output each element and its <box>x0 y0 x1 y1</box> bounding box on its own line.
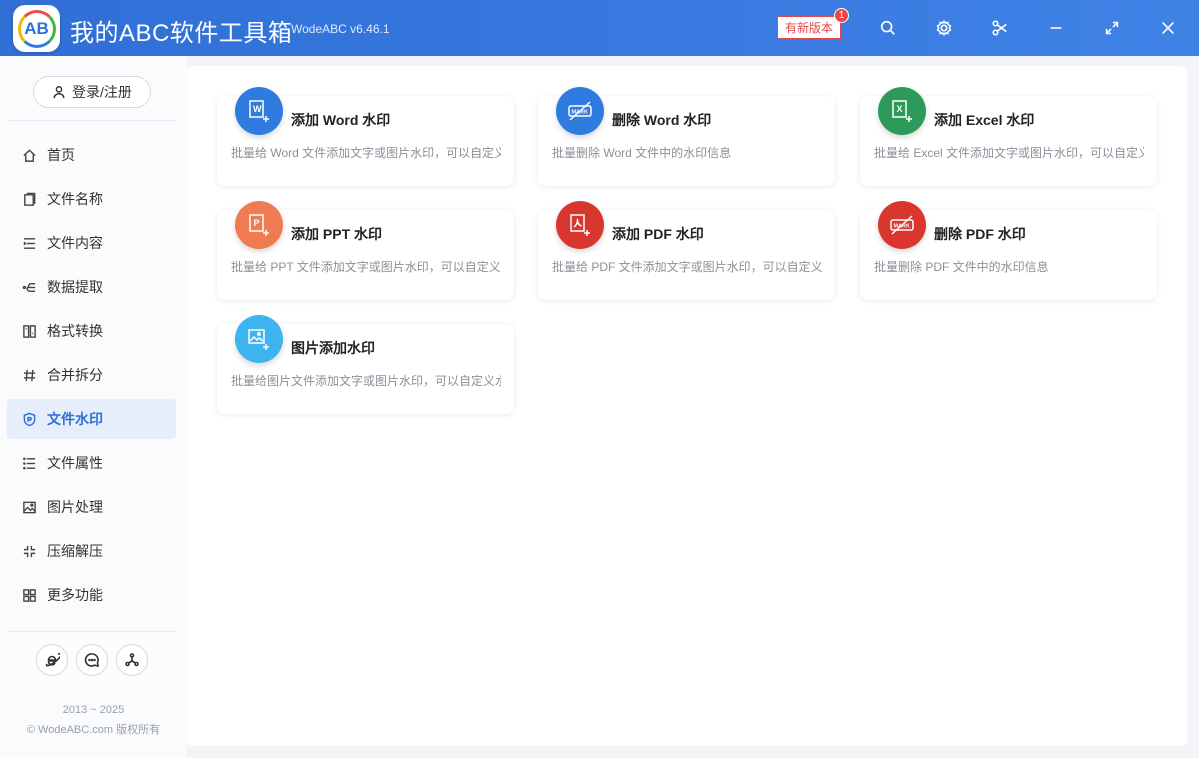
card-add-pdf-watermark[interactable]: 添加 PDF 水印 批量给 PDF 文件添加文字或图片水印，可以自定义水 <box>538 201 835 300</box>
excel-add-icon: X <box>878 87 926 135</box>
sidebar-item-label: 文件属性 <box>47 455 103 471</box>
sidebar-item-file-content[interactable]: 文件内容 <box>7 223 176 263</box>
sidebar-nav: 首页 文件名称 文件内容 数据提取 格式转换 合并拆分 文件水印 文件属性 图片… <box>7 135 176 619</box>
file-property-icon <box>23 457 36 469</box>
login-label: 登录/注册 <box>72 84 132 100</box>
card-title: 删除 PDF 水印 <box>934 226 1026 242</box>
image-add-icon <box>235 315 283 363</box>
card-desc: 批量删除 Word 文件中的水印信息 <box>552 146 732 160</box>
compress-icon <box>23 545 36 557</box>
logo-text: AB <box>17 9 56 48</box>
sidebar-item-more[interactable]: 更多功能 <box>7 575 176 615</box>
sidebar-item-label: 首页 <box>47 147 75 163</box>
title-bar: AB 我的ABC软件工具箱 WodeABC v6.46.1 有新版本 1 <box>0 0 1199 56</box>
login-register-button[interactable]: 登录/注册 <box>33 76 151 108</box>
sidebar-item-file-watermark[interactable]: 文件水印 <box>7 399 176 439</box>
card-title: 删除 Word 水印 <box>612 112 712 128</box>
copyright-text: © WodeABC.com 版权所有 <box>26 724 161 736</box>
sidebar-item-label: 文件水印 <box>47 411 103 427</box>
card-title: 图片添加水印 <box>291 340 375 356</box>
browser-icon[interactable] <box>36 644 68 676</box>
sidebar-item-label: 更多功能 <box>47 587 103 603</box>
scissors-icon[interactable] <box>986 14 1014 42</box>
file-name-icon <box>24 192 36 206</box>
svg-text:P: P <box>254 218 260 228</box>
sidebar-bottom-icons <box>36 644 148 676</box>
sidebar: 登录/注册 首页 文件名称 文件内容 数据提取 格式转换 合并拆分 文件水印 文… <box>0 56 187 758</box>
sidebar-item-label: 图片处理 <box>47 499 103 515</box>
card-remove-word-watermark[interactable]: MARK 删除 Word 水印 批量删除 Word 文件中的水印信息 <box>538 87 835 186</box>
card-desc: 批量给 Excel 文件添加文字或图片水印，可以自定义 <box>874 146 1144 160</box>
close-icon[interactable] <box>1154 14 1182 42</box>
file-content-icon <box>23 237 36 249</box>
svg-text:X: X <box>897 104 903 114</box>
card-add-ppt-watermark[interactable]: P 添加 PPT 水印 批量给 PPT 文件添加文字或图片水印，可以自定义水 <box>217 201 514 300</box>
card-desc: 批量给图片文件添加文字或图片水印，可以自定义水 <box>231 374 501 388</box>
app-logo: AB <box>13 5 60 52</box>
copyright-years: 2013 ~ 2025 <box>62 704 125 716</box>
word-add-icon: W <box>235 87 283 135</box>
sidebar-item-label: 合并拆分 <box>47 367 103 383</box>
word-remove-mark-icon: MARK <box>556 87 604 135</box>
image-icon <box>23 501 36 513</box>
maximize-icon[interactable] <box>1098 14 1126 42</box>
app-title: 我的ABC软件工具箱 <box>70 20 293 47</box>
card-title: 添加 PPT 水印 <box>291 226 383 242</box>
pdf-remove-mark-icon: MARK <box>878 201 926 249</box>
card-add-word-watermark[interactable]: W 添加 Word 水印 批量给 Word 文件添加文字或图片水印，可以自定义 <box>217 87 514 186</box>
sidebar-item-label: 压缩解压 <box>47 543 103 559</box>
card-title: 添加 Excel 水印 <box>934 112 1035 128</box>
sidebar-item-label: 格式转换 <box>47 323 103 339</box>
sidebar-item-data-extract[interactable]: 数据提取 <box>7 267 176 307</box>
sidebar-item-label: 文件内容 <box>47 235 103 251</box>
sidebar-item-file-name[interactable]: 文件名称 <box>7 179 176 219</box>
card-desc: 批量给 PPT 文件添加文字或图片水印，可以自定义水 <box>231 260 501 274</box>
divider <box>7 120 176 121</box>
sidebar-item-file-property[interactable]: 文件属性 <box>7 443 176 483</box>
watermark-icon <box>23 412 36 426</box>
sidebar-item-merge-split[interactable]: 合并拆分 <box>7 355 176 395</box>
home-icon <box>23 148 36 162</box>
user-icon <box>53 86 65 99</box>
format-convert-icon <box>23 324 36 338</box>
data-extract-icon <box>22 282 36 292</box>
card-title: 添加 Word 水印 <box>291 112 391 128</box>
sidebar-item-compress[interactable]: 压缩解压 <box>7 531 176 571</box>
search-icon[interactable] <box>874 14 902 42</box>
update-button[interactable]: 有新版本 <box>777 16 841 39</box>
sidebar-item-image-process[interactable]: 图片处理 <box>7 487 176 527</box>
settings-gear-icon[interactable] <box>930 14 958 42</box>
sidebar-item-format-convert[interactable]: 格式转换 <box>7 311 176 351</box>
pdf-add-icon <box>556 201 604 249</box>
minimize-icon[interactable] <box>1042 14 1070 42</box>
card-add-excel-watermark[interactable]: X 添加 Excel 水印 批量给 Excel 文件添加文字或图片水印，可以自定… <box>860 87 1157 186</box>
sidebar-item-label: 数据提取 <box>47 279 103 295</box>
svg-text:W: W <box>253 104 262 114</box>
card-desc: 批量给 PDF 文件添加文字或图片水印，可以自定义水 <box>552 260 822 274</box>
sidebar-item-home[interactable]: 首页 <box>7 135 176 175</box>
card-add-image-watermark[interactable]: 图片添加水印 批量给图片文件添加文字或图片水印，可以自定义水 <box>217 315 514 414</box>
ppt-add-icon: P <box>235 201 283 249</box>
share-network-icon[interactable] <box>116 644 148 676</box>
app-version: WodeABC v6.46.1 <box>291 22 390 36</box>
card-title: 添加 PDF 水印 <box>612 226 704 242</box>
update-badge: 1 <box>834 8 849 23</box>
chat-icon[interactable] <box>76 644 108 676</box>
merge-split-icon <box>23 369 36 381</box>
main-content: W 添加 Word 水印 批量给 Word 文件添加文字或图片水印，可以自定义 … <box>187 66 1187 746</box>
more-icon <box>23 588 36 602</box>
card-desc: 批量删除 PDF 文件中的水印信息 <box>874 260 1049 274</box>
card-remove-pdf-watermark[interactable]: MARK 删除 PDF 水印 批量删除 PDF 文件中的水印信息 <box>860 201 1157 300</box>
divider <box>7 631 176 632</box>
card-desc: 批量给 Word 文件添加文字或图片水印，可以自定义 <box>231 146 501 160</box>
sidebar-item-label: 文件名称 <box>47 191 103 207</box>
